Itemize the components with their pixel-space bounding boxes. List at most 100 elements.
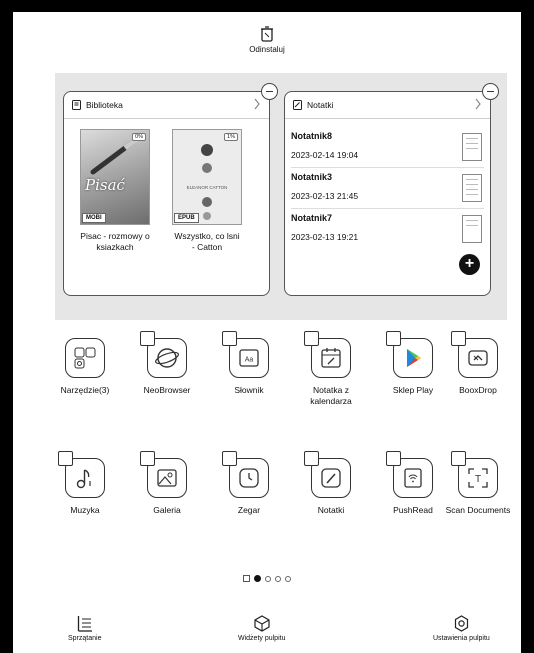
app-calendar-note[interactable]: Notatka z kalendarza: [295, 331, 367, 407]
app-label: Zegar: [237, 505, 261, 515]
calendar-note-icon: [304, 331, 351, 378]
chevron-right-icon[interactable]: [253, 97, 261, 111]
select-checkbox[interactable]: [386, 331, 401, 346]
widgets-area: Biblioteka 0% Pisać MOBI Pisac - rozmowy…: [55, 73, 507, 320]
app-label: Narzędzie(3): [60, 385, 110, 395]
select-checkbox[interactable]: [304, 331, 319, 346]
book-cover-author: ELEANOR CATTON: [186, 185, 228, 190]
book-item[interactable]: 0% Pisać MOBI Pisac - rozmowy o ksiazkac…: [80, 129, 150, 253]
desktop-widgets-label: Widżety pulpitu: [238, 635, 286, 642]
select-checkbox[interactable]: [140, 451, 155, 466]
app-gallery[interactable]: Galeria: [131, 451, 203, 516]
app-play-store[interactable]: Sklep Play: [377, 331, 449, 396]
app-label: PushRead: [393, 505, 433, 515]
desktop-widgets-button[interactable]: Widżety pulpitu: [238, 615, 285, 642]
pushread-icon: [386, 451, 433, 498]
app-pushread[interactable]: PushRead: [377, 451, 449, 516]
select-checkbox[interactable]: [451, 451, 466, 466]
app-label: Sklep Play: [392, 385, 434, 395]
desktop-settings-label: Ustawienia pulpitu: [433, 635, 490, 642]
cube-icon: [254, 615, 270, 632]
note-name: Notatnik7: [291, 213, 333, 223]
add-note-button[interactable]: +: [459, 254, 480, 275]
note-date: 2023-02-13 19:21: [291, 232, 359, 242]
remove-library-widget-button[interactable]: [261, 83, 278, 100]
book-cover-title: Pisać: [85, 176, 125, 194]
uninstall-label: Odinstaluj: [249, 45, 285, 54]
library-widget-title: Biblioteka: [86, 100, 123, 110]
gear-icon: [454, 615, 469, 632]
page-dot[interactable]: [275, 575, 281, 582]
note-date: 2023-02-14 19:04: [291, 150, 359, 160]
book-title: Pisac - rozmowy o ksiazkach: [80, 231, 150, 252]
uninstall-drop-target[interactable]: Odinstaluj: [13, 26, 521, 54]
app-music[interactable]: Muzyka: [49, 451, 121, 516]
gallery-icon: [140, 451, 187, 498]
app-dictionary[interactable]: Aa Słownik: [213, 331, 285, 396]
book-cover: 1% ELEANOR CATTON EPUB: [172, 129, 242, 225]
all-pages-grid-icon[interactable]: [243, 575, 250, 582]
trash-icon: [261, 26, 273, 42]
app-scan-documents[interactable]: T Scan Documents: [442, 451, 514, 516]
select-checkbox[interactable]: [386, 451, 401, 466]
page-dot[interactable]: [265, 575, 271, 582]
book-cover: 0% Pisać MOBI: [80, 129, 150, 225]
book-title: Wszystko, co lsni - Catton: [174, 231, 240, 252]
app-notes[interactable]: Notatki: [295, 451, 367, 516]
app-label: BooxDrop: [459, 385, 497, 395]
app-label: Muzyka: [70, 505, 100, 515]
note-item[interactable]: Notatnik3 2023-02-13 21:45: [291, 170, 484, 209]
music-icon: [58, 451, 105, 498]
page-dot-active[interactable]: [254, 575, 261, 582]
booxdrop-icon: [451, 331, 498, 378]
note-thumbnail: [462, 133, 482, 161]
app-neobrowser[interactable]: NeoBrowser: [131, 331, 203, 396]
cleanup-label: Sprzątanie: [68, 635, 102, 642]
book-format-badge: MOBI: [82, 213, 106, 223]
svg-text:T: T: [475, 474, 481, 485]
note-thumbnail: [462, 215, 482, 243]
note-thumbnail: [462, 174, 482, 202]
play-store-icon: [386, 331, 433, 378]
notes-icon: [304, 451, 351, 498]
app-label: Notatki: [317, 505, 345, 515]
note-name: Notatnik8: [291, 131, 333, 141]
select-checkbox[interactable]: [222, 451, 237, 466]
library-widget[interactable]: Biblioteka 0% Pisać MOBI Pisac - rozmowy…: [63, 83, 278, 296]
clock-icon: [222, 451, 269, 498]
chevron-right-icon[interactable]: [474, 97, 482, 111]
app-tools-folder[interactable]: Narzędzie(3): [49, 338, 121, 396]
desktop-settings-button[interactable]: Ustawienia pulpitu: [433, 615, 490, 642]
notes-widget-header[interactable]: Notatki: [285, 92, 490, 119]
notes-widget-title: Notatki: [307, 100, 334, 110]
notes-widget[interactable]: Notatki Notatnik8 2023-02-14 19:04 Notat…: [284, 83, 499, 296]
app-label: Słownik: [234, 385, 264, 395]
note-item[interactable]: Notatnik8 2023-02-14 19:04: [291, 129, 484, 168]
svg-text:Aa: Aa: [245, 357, 254, 364]
library-widget-header[interactable]: Biblioteka: [64, 92, 269, 119]
app-label: NeoBrowser: [143, 385, 191, 395]
app-booxdrop[interactable]: BooxDrop: [442, 331, 514, 396]
remove-notes-widget-button[interactable]: [482, 83, 499, 100]
app-label: Scan Documents: [445, 505, 511, 515]
note-name: Notatnik3: [291, 172, 333, 182]
select-checkbox[interactable]: [451, 331, 466, 346]
select-checkbox[interactable]: [140, 331, 155, 346]
select-checkbox[interactable]: [222, 331, 237, 346]
book-progress: 1%: [224, 133, 238, 141]
note-item[interactable]: Notatnik7 2023-02-13 19:21: [291, 211, 484, 249]
browser-icon: [140, 331, 187, 378]
page-dot[interactable]: [285, 575, 291, 582]
tools-folder-icon: [65, 338, 105, 378]
select-checkbox[interactable]: [304, 451, 319, 466]
app-label: Notatka z kalendarza: [310, 385, 352, 406]
book-format-badge: EPUB: [174, 213, 199, 223]
cleanup-button[interactable]: Sprzątanie: [68, 615, 101, 642]
book-item[interactable]: 1% ELEANOR CATTON EPUB Wszystko, co lsni…: [172, 129, 242, 253]
cleanup-icon: [77, 616, 92, 632]
app-clock[interactable]: Zegar: [213, 451, 285, 516]
page-indicator[interactable]: [13, 575, 521, 582]
moon-phases-illustration-icon: [201, 144, 213, 220]
select-checkbox[interactable]: [58, 451, 73, 466]
app-label: Galeria: [153, 505, 181, 515]
